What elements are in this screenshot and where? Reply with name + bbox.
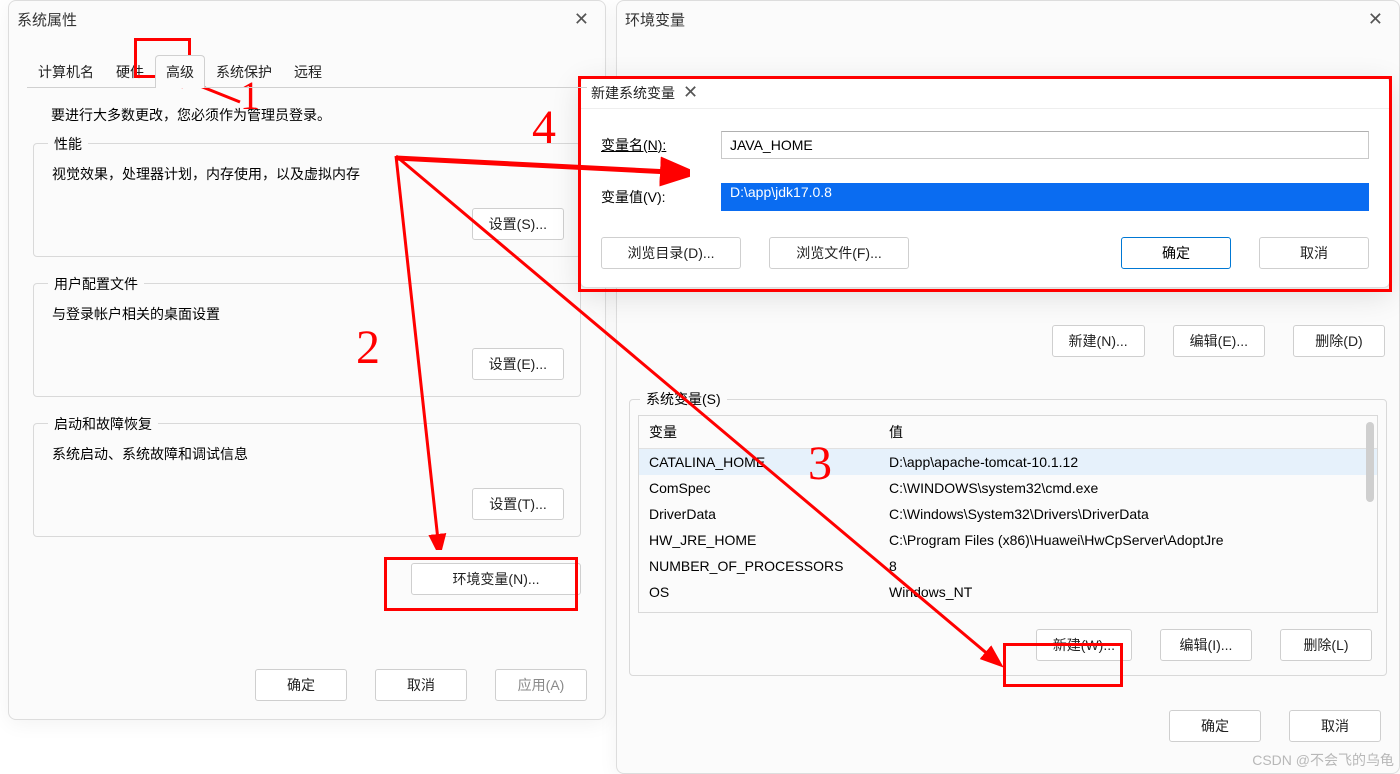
table-row[interactable]: PathC:\Program Files\Common Files\Oracle… [639,605,1377,613]
var-value-input[interactable]: D:\app\jdk17.0.8 [721,183,1369,211]
group-desc: 视觉效果，处理器计划，内存使用，以及虚拟内存 [52,164,564,184]
tab-computer-name[interactable]: 计算机名 [27,55,105,88]
env-vars-button[interactable]: 环境变量(N)... [411,563,581,595]
tab-advanced[interactable]: 高级 [155,55,205,88]
titlebar: 系统属性 ✕ [9,1,605,37]
group-performance: 性能 视觉效果，处理器计划，内存使用，以及虚拟内存 设置(S)... [33,143,581,257]
group-title: 用户配置文件 [48,274,144,294]
system-properties-dialog: 系统属性 ✕ 计算机名 硬件 高级 系统保护 远程 要进行大多数更改，您必须作为… [8,0,606,720]
var-name-cell: DriverData [639,501,879,527]
table-row[interactable]: NUMBER_OF_PROCESSORS8 [639,553,1377,579]
name-row: 变量名(N): [581,123,1389,167]
dialog-title: 新建系统变量 [591,83,675,103]
ok-button[interactable]: 确定 [255,669,347,701]
watermark: CSDN @不会飞的乌龟 [1252,750,1394,770]
apply-button[interactable]: 应用(A) [495,669,587,701]
var-value-cell: C:\Windows\System32\Drivers\DriverData [879,501,1377,527]
new-system-var-dialog: 新建系统变量 ✕ 变量名(N): 变量值(V): D:\app\jdk17.0.… [580,76,1390,288]
var-name-cell: ComSpec [639,475,879,501]
settings-button-s[interactable]: 设置(S)... [472,208,564,240]
group-desc: 系统启动、系统故障和调试信息 [52,444,564,464]
close-icon[interactable]: ✕ [566,9,597,30]
close-icon[interactable]: ✕ [1360,9,1391,30]
cancel-button[interactable]: 取消 [1259,237,1369,269]
cancel-button[interactable]: 取消 [1289,710,1381,742]
var-name-cell: NUMBER_OF_PROCESSORS [639,553,879,579]
browse-file-button[interactable]: 浏览文件(F)... [769,237,909,269]
titlebar: 环境变量 ✕ [617,1,1399,37]
var-value-cell: C:\Program Files (x86)\Huawei\HwCpServer… [879,527,1377,553]
group-desc: 与登录帐户相关的桌面设置 [52,304,564,324]
titlebar: 新建系统变量 ✕ [581,77,1389,109]
system-var-buttons: 新建(W)... 编辑(I)... 删除(L) [630,619,1386,675]
table-row[interactable]: HW_JRE_HOMEC:\Program Files (x86)\Huawei… [639,527,1377,553]
ok-button[interactable]: 确定 [1121,237,1231,269]
var-name-cell: HW_JRE_HOME [639,527,879,553]
dialog-buttons: 确定 取消 应用(A) [9,651,605,719]
delete-sys-var-button[interactable]: 删除(L) [1280,629,1372,661]
col-var[interactable]: 变量 [639,416,879,449]
browse-dir-button[interactable]: 浏览目录(D)... [601,237,741,269]
var-value-cell: D:\app\apache-tomcat-10.1.12 [879,449,1377,476]
system-vars-table-wrap: 变量 值 CATALINA_HOMED:\app\apache-tomcat-1… [638,415,1378,613]
user-var-buttons: 新建(N)... 编辑(E)... 删除(D) [617,315,1399,371]
tab-remote[interactable]: 远程 [283,55,333,88]
table-row[interactable]: DriverDataC:\Windows\System32\Drivers\Dr… [639,501,1377,527]
var-value-cell: C:\WINDOWS\system32\cmd.exe [879,475,1377,501]
table-row[interactable]: ComSpecC:\WINDOWS\system32\cmd.exe [639,475,1377,501]
close-icon[interactable]: ✕ [675,82,706,103]
new-user-var-button[interactable]: 新建(N)... [1052,325,1145,357]
value-row: 变量值(V): D:\app\jdk17.0.8 [581,175,1389,219]
ok-button[interactable]: 确定 [1169,710,1261,742]
tab-hardware[interactable]: 硬件 [105,55,155,88]
system-vars-legend: 系统变量(S) [640,389,727,409]
var-value-cell: C:\Program Files\Common Files\Oracle\Jav… [879,605,1377,613]
var-name-cell: Path [639,605,879,613]
tab-system-protection[interactable]: 系统保护 [205,55,283,88]
var-value-cell: 8 [879,553,1377,579]
table-row[interactable]: OSWindows_NT [639,579,1377,605]
name-label: 变量名(N): [601,135,721,155]
edit-user-var-button[interactable]: 编辑(E)... [1173,325,1265,357]
settings-button-t[interactable]: 设置(T)... [472,488,564,520]
tab-bar: 计算机名 硬件 高级 系统保护 远程 [9,37,605,88]
admin-hint: 要进行大多数更改，您必须作为管理员登录。 [27,95,587,143]
dialog-title: 系统属性 [17,9,77,30]
dialog-title: 环境变量 [625,9,685,30]
group-startup-recovery: 启动和故障恢复 系统启动、系统故障和调试信息 设置(T)... [33,423,581,537]
value-label: 变量值(V): [601,187,721,207]
settings-button-e[interactable]: 设置(E)... [472,348,564,380]
var-value-cell: Windows_NT [879,579,1377,605]
var-name-cell: OS [639,579,879,605]
group-user-profile: 用户配置文件 与登录帐户相关的桌面设置 设置(E)... [33,283,581,397]
cancel-button[interactable]: 取消 [375,669,467,701]
new-sys-var-button[interactable]: 新建(W)... [1036,629,1132,661]
delete-user-var-button[interactable]: 删除(D) [1293,325,1385,357]
system-vars-table[interactable]: 变量 值 CATALINA_HOMED:\app\apache-tomcat-1… [639,416,1377,613]
group-title: 性能 [48,134,88,154]
var-name-cell: CATALINA_HOME [639,449,879,476]
scrollbar[interactable] [1366,422,1374,502]
var-name-input[interactable] [721,131,1369,159]
table-row[interactable]: CATALINA_HOMED:\app\apache-tomcat-10.1.1… [639,449,1377,476]
system-vars-group: 系统变量(S) 变量 值 CATALINA_HOMED:\app\apache-… [629,389,1387,676]
edit-sys-var-button[interactable]: 编辑(I)... [1160,629,1252,661]
group-title: 启动和故障恢复 [48,414,158,434]
col-val[interactable]: 值 [879,416,1377,449]
